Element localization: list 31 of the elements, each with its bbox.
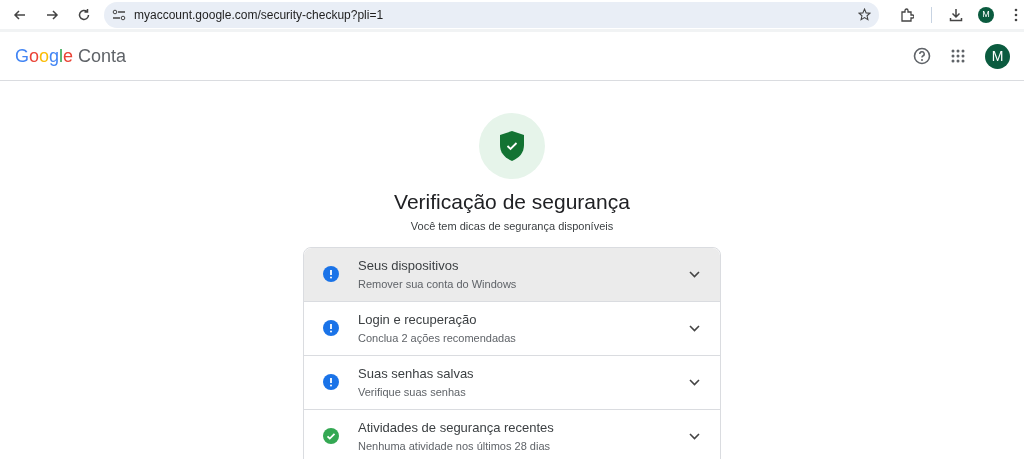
item-title: Seus dispositivos xyxy=(358,256,460,275)
chevron-down-icon xyxy=(689,432,700,440)
chevron-down-icon xyxy=(689,270,700,278)
item-subtitle: Conclua 2 ações recomendadas xyxy=(358,331,517,347)
menu-icon[interactable] xyxy=(1014,7,1018,22)
site-info-icon[interactable] xyxy=(112,8,126,21)
logo-wordmark[interactable]: Google xyxy=(15,42,74,70)
profile-avatar[interactable]: M xyxy=(978,6,994,23)
account-avatar[interactable]: M xyxy=(985,43,1010,69)
page-title: Verificação de segurança xyxy=(393,189,631,215)
puzzle-icon xyxy=(900,7,914,22)
item-title: Atividades de segurança recentes xyxy=(358,418,555,437)
page-subtitle: Você tem dicas de segurança disponíveis xyxy=(409,219,615,235)
chevron-down-icon xyxy=(689,324,700,332)
item-title: Login e recuperação xyxy=(358,310,478,329)
chevron-down-icon xyxy=(689,378,700,386)
item-subtitle: Remover sua conta do Windows xyxy=(358,277,518,293)
arrow-right-icon xyxy=(45,7,59,22)
url-text: myaccount.google.com/security-checkup?pli=1 xyxy=(134,6,385,24)
reload-icon xyxy=(77,7,91,22)
address-bar[interactable]: myaccount.google.com/security-checkup?pli=1 xyxy=(104,1,879,28)
download-icon xyxy=(949,7,963,22)
item-subtitle: Nenhuma atividade nos últimos 28 dias xyxy=(358,439,551,455)
arrow-left-icon xyxy=(13,7,27,22)
star-icon[interactable] xyxy=(858,8,871,21)
product-name: Conta xyxy=(78,44,127,68)
checkup-item[interactable]: Seus dispositivos Remover sua conta do Windows xyxy=(304,247,720,302)
apps-grid-icon[interactable] xyxy=(951,49,965,63)
item-title: Suas senhas salvas xyxy=(358,364,475,383)
help-icon[interactable] xyxy=(913,47,931,65)
item-subtitle: Verifique suas senhas xyxy=(358,385,467,401)
